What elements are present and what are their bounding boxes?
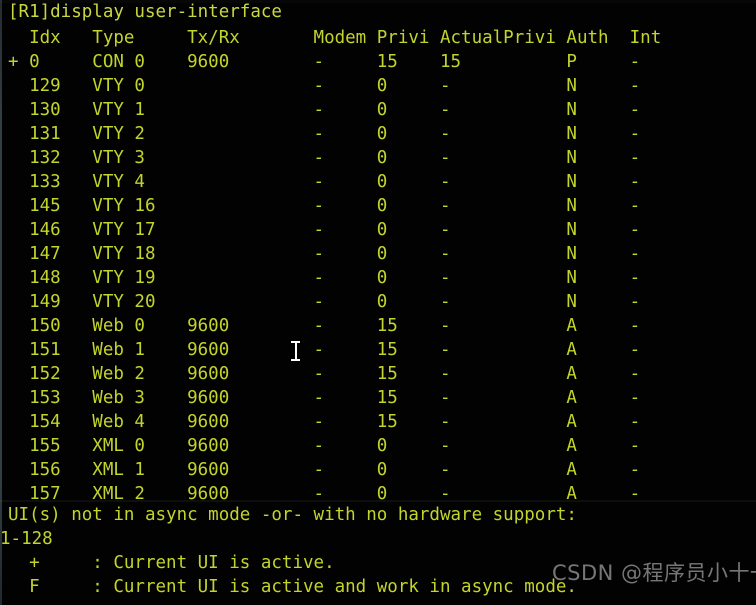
table-row: 130 VTY 1 - 0 - N -	[8, 100, 641, 120]
legend-row-active: + : Current UI is active.	[8, 553, 335, 573]
terminal-screen[interactable]: [R1]display user-interface Idx Type Tx/R…	[0, 0, 756, 605]
footer-note-line-1: UI(s) not in async mode -or- with no har…	[8, 505, 577, 525]
table-row: 148 VTY 19 - 0 - N -	[8, 268, 641, 288]
table-row: 132 VTY 3 - 0 - N -	[8, 148, 641, 168]
command-prompt-line: [R1]display user-interface	[8, 2, 282, 22]
table-row: 146 VTY 17 - 0 - N -	[8, 220, 641, 240]
table-row: 131 VTY 2 - 0 - N -	[8, 124, 641, 144]
table-header-row: Idx Type Tx/Rx Modem Privi ActualPrivi A…	[8, 28, 662, 48]
legend-row-async: F : Current UI is active and work in asy…	[8, 577, 577, 597]
table-row: 152 Web 2 9600 - 15 - A -	[8, 364, 641, 384]
footer-divider	[0, 500, 756, 502]
table-row: 151 Web 1 9600 - 15 - A -	[8, 340, 641, 360]
footer-note-line-2: 1-128	[0, 529, 53, 549]
table-row: 133 VTY 4 - 0 - N -	[8, 172, 641, 192]
table-row: 150 Web 0 9600 - 15 - A -	[8, 316, 641, 336]
table-row: 154 Web 4 9600 - 15 - A -	[8, 412, 641, 432]
table-row: 147 VTY 18 - 0 - N -	[8, 244, 641, 264]
csdn-watermark: CSDN @程序员小十一	[552, 561, 756, 585]
table-row: 156 XML 1 9600 - 0 - A -	[8, 460, 641, 480]
table-row: 149 VTY 20 - 0 - N -	[8, 292, 641, 312]
table-row: + 0 CON 0 9600 - 15 15 P -	[8, 52, 641, 72]
table-row: 145 VTY 16 - 0 - N -	[8, 196, 641, 216]
table-row: 155 XML 0 9600 - 0 - A -	[8, 436, 641, 456]
table-row: 153 Web 3 9600 - 15 - A -	[8, 388, 641, 408]
table-row: 129 VTY 0 - 0 - N -	[8, 76, 641, 96]
terminal-window[interactable]: [R1]display user-interface Idx Type Tx/R…	[0, 0, 756, 605]
